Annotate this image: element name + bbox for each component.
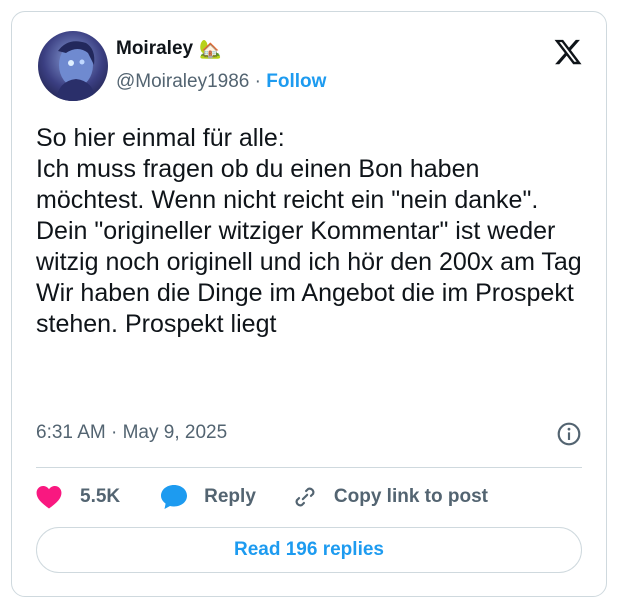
like-count: 5.5K (80, 486, 121, 507)
house-emoji-icon: 🏡 (199, 38, 222, 59)
action-bar: 5.5K Reply Copy link to post (36, 482, 488, 512)
follow-button[interactable]: Follow (266, 71, 326, 92)
tweet-timestamp[interactable]: 6:31 AM · May 9, 2025 (36, 422, 227, 444)
author-name-row: Moiraley 🏡 (116, 38, 222, 60)
tweet-text: So hier einmal für alle: Ich muss fragen… (36, 124, 582, 338)
read-replies-button[interactable]: Read 196 replies (36, 527, 582, 573)
reply-button[interactable]: Reply (160, 484, 256, 510)
read-replies-label: Read 196 replies (234, 539, 384, 560)
divider (36, 467, 582, 468)
author-handle[interactable]: @Moiraley1986 (116, 71, 249, 92)
copy-link-label: Copy link to post (333, 486, 488, 507)
x-logo-icon[interactable] (553, 37, 583, 67)
info-icon[interactable] (556, 421, 582, 447)
reply-bubble-icon (160, 484, 188, 510)
like-button[interactable]: 5.5K (36, 485, 120, 509)
tweet-card: Moiraley 🏡 @Moiraley1986 · Follow So hie… (11, 11, 607, 597)
heart-icon (36, 485, 62, 509)
avatar[interactable] (38, 31, 108, 101)
copy-link-button[interactable]: Copy link to post (292, 484, 488, 510)
separator-dot: · (254, 71, 261, 92)
reply-label: Reply (204, 486, 256, 507)
author-name[interactable]: Moiraley (116, 38, 193, 60)
author-handle-row: @Moiraley1986 · Follow (116, 71, 326, 93)
link-icon (292, 484, 318, 510)
